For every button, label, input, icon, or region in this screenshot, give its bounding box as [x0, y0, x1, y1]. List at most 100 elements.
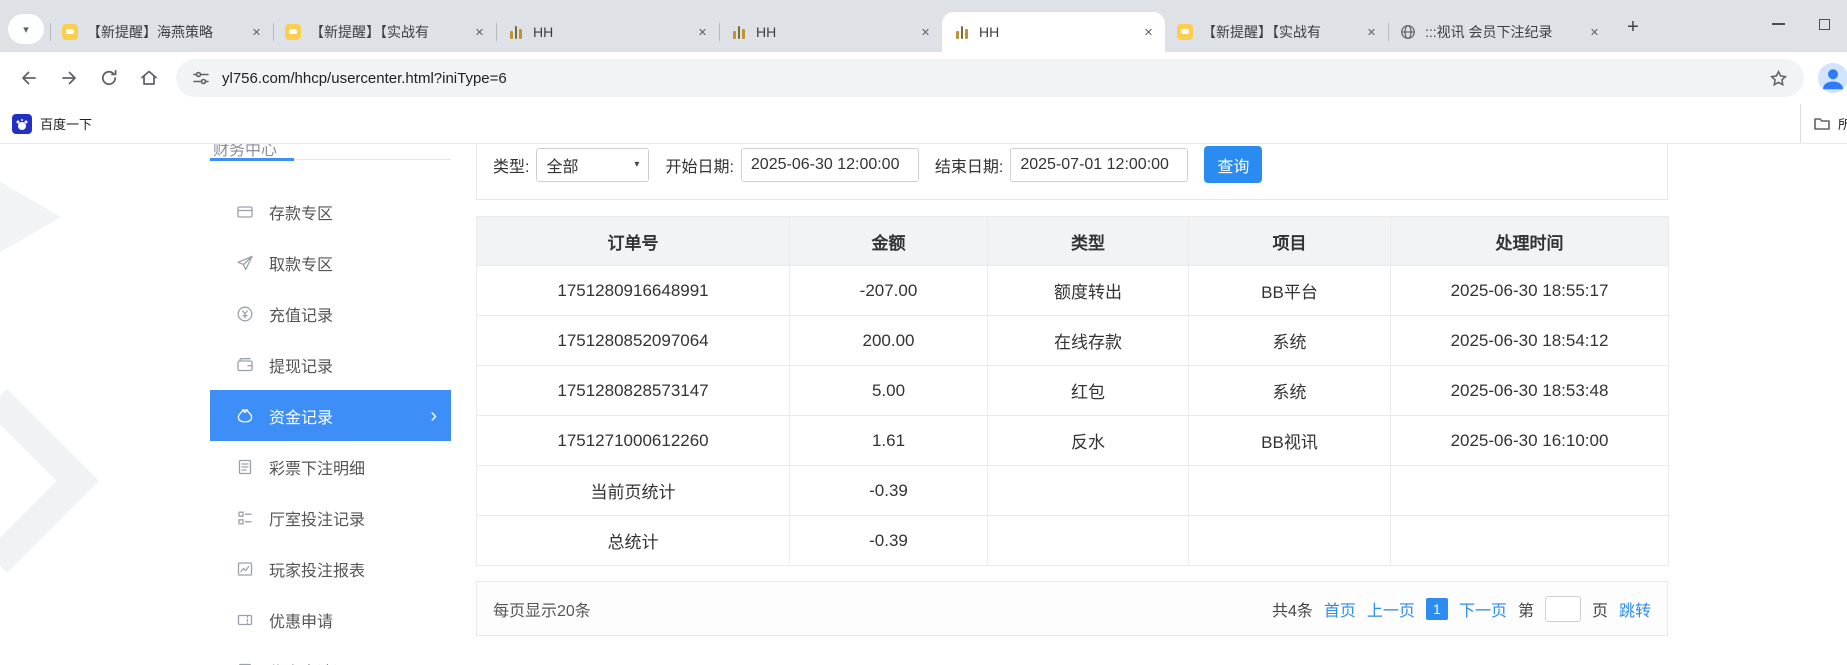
type-select[interactable]: 全部 ▾ — [536, 148, 649, 182]
sidebar-item-promo-application-records[interactable]: 优惠申请记录 — [210, 645, 451, 665]
all-bookmarks-button[interactable]: 所有书签 — [1800, 104, 1847, 143]
sidebar-item-label: 取款专区 — [269, 251, 333, 275]
sidebar-item-lottery-bet-details[interactable]: 彩票下注明细 — [210, 441, 451, 492]
new-tab-button[interactable]: + — [1619, 13, 1647, 41]
type-label: 类型: — [493, 153, 529, 177]
chevron-down-icon: ▾ — [23, 23, 29, 36]
person-icon — [1818, 63, 1847, 93]
prev-page-link[interactable]: 上一页 — [1367, 597, 1415, 621]
tab-close-icon[interactable]: ✕ — [471, 24, 488, 41]
end-date-input[interactable] — [1010, 148, 1188, 182]
bookmark-item[interactable]: 百度一下 — [12, 114, 92, 134]
table-summary-row: 当前页统计 -0.39 — [477, 466, 1669, 516]
type-cell: 反水 — [988, 416, 1189, 466]
page-content: 财务中心 存款专区 取款专区 充值记录 提现记录 — [0, 144, 1847, 665]
sidebar-item-player-bet-report[interactable]: 玩家投注报表 — [210, 543, 451, 594]
filter-panel: 类型: 全部 ▾ 开始日期: 结束日期: 查询 — [476, 144, 1668, 200]
type-cell: 额度转出 — [988, 266, 1189, 316]
sidebar-header: 财务中心 — [210, 144, 451, 160]
pagination-controls: 共4条 首页 上一页 1 下一页 第 页 跳转 — [1272, 596, 1651, 622]
minimize-button[interactable] — [1755, 0, 1801, 48]
maximize-button[interactable] — [1801, 0, 1847, 48]
tab-close-icon[interactable]: ✕ — [1363, 24, 1380, 41]
tab-close-icon[interactable]: ✕ — [1586, 24, 1603, 41]
site-settings-icon[interactable] — [192, 69, 210, 87]
empty-cell — [1391, 516, 1669, 566]
home-button[interactable] — [132, 61, 166, 95]
browser-tab[interactable]: :::视讯 会员下注纪录 ✕ — [1388, 12, 1611, 52]
sidebar-item-promo-application[interactable]: 优惠申请 — [210, 594, 451, 645]
empty-cell — [1189, 466, 1391, 516]
tab-title: 【新提醒】【实战有 — [310, 22, 471, 42]
current-page-indicator[interactable]: 1 — [1426, 598, 1448, 620]
tab-title: HH — [756, 24, 917, 40]
browser-tab[interactable]: HH ✕ — [719, 12, 942, 52]
summary-label-cell: 当前页统计 — [477, 466, 790, 516]
browser-tab-active[interactable]: HH ✕ — [942, 12, 1165, 52]
end-date-label: 结束日期: — [935, 153, 1003, 177]
url-text[interactable]: yl756.com/hhcp/usercenter.html?iniType=6 — [222, 70, 1769, 87]
profile-avatar[interactable] — [1818, 63, 1847, 93]
wallet-icon — [236, 356, 254, 374]
chat-icon — [285, 24, 301, 40]
sidebar-item-funds-records[interactable]: 资金记录 › — [210, 390, 451, 441]
empty-cell — [1189, 516, 1391, 566]
sidebar-item-label: 提现记录 — [269, 353, 333, 377]
project-cell: BB平台 — [1189, 266, 1391, 316]
back-button[interactable] — [12, 61, 46, 95]
browser-tab[interactable]: 【新提醒】【实战有 ✕ — [1165, 12, 1388, 52]
watermark-chevron — [0, 389, 99, 573]
sidebar-item-label: 存款专区 — [269, 200, 333, 224]
sidebar-item-withdraw-zone[interactable]: 取款专区 — [210, 237, 451, 288]
table-summary-row: 总统计 -0.39 — [477, 516, 1669, 566]
tab-search-button[interactable]: ▾ — [8, 14, 44, 44]
page-size-text: 每页显示20条 — [493, 597, 591, 621]
tab-close-icon[interactable]: ✕ — [248, 24, 265, 41]
navigation-bar: yl756.com/hhcp/usercenter.html?iniType=6 — [0, 52, 1847, 104]
jump-link[interactable]: 跳转 — [1619, 597, 1651, 621]
first-page-link[interactable]: 首页 — [1324, 597, 1356, 621]
jump-prefix-text: 第 — [1518, 597, 1534, 621]
sidebar-item-deposit-zone[interactable]: 存款专区 — [210, 186, 451, 237]
browser-tab[interactable]: HH ✕ — [496, 12, 719, 52]
next-page-link[interactable]: 下一页 — [1459, 597, 1507, 621]
page-jump-input[interactable] — [1545, 596, 1581, 622]
report-chart-icon — [236, 560, 254, 578]
maximize-icon — [1819, 19, 1830, 30]
tab-title: HH — [533, 24, 694, 40]
empty-cell — [1391, 466, 1669, 516]
project-cell: 系统 — [1189, 316, 1391, 366]
minimize-icon — [1772, 23, 1785, 25]
sidebar-item-label: 彩票下注明细 — [269, 455, 365, 479]
records-table: 订单号 金额 类型 项目 处理时间 1751280916648991 -207.… — [476, 216, 1669, 566]
table-row: 1751280916648991 -207.00 额度转出 BB平台 2025-… — [477, 266, 1669, 316]
start-date-input[interactable] — [741, 148, 919, 182]
tab-close-icon[interactable]: ✕ — [917, 24, 934, 41]
tab-title: 【新提醒】【实战有 — [1202, 22, 1363, 42]
sidebar-item-withdrawal-records[interactable]: 提现记录 — [210, 339, 451, 390]
sidebar-item-label: 资金记录 — [269, 404, 333, 428]
sidebar-item-label: 优惠申请 — [269, 608, 333, 632]
query-button[interactable]: 查询 — [1204, 146, 1262, 183]
table-row: 1751271000612260 1.61 反水 BB视讯 2025-06-30… — [477, 416, 1669, 466]
bookmark-star-icon[interactable] — [1769, 69, 1788, 88]
pagination-bar: 每页显示20条 共4条 首页 上一页 1 下一页 第 页 跳转 — [476, 581, 1668, 636]
chart-icon — [954, 24, 970, 40]
total-count-text: 共4条 — [1272, 597, 1313, 621]
browser-tab[interactable]: 【新提醒】海燕策略 ✕ — [50, 12, 273, 52]
sidebar-item-recharge-records[interactable]: 充值记录 — [210, 288, 451, 339]
tab-close-icon[interactable]: ✕ — [1140, 24, 1157, 41]
browser-tab[interactable]: 【新提醒】【实战有 ✕ — [273, 12, 496, 52]
sidebar-item-hall-bet-records[interactable]: 厅室投注记录 — [210, 492, 451, 543]
back-icon — [19, 68, 39, 88]
folder-icon — [1813, 115, 1831, 133]
sidebar-menu: 存款专区 取款专区 充值记录 提现记录 资金记录 › — [210, 186, 451, 665]
address-bar[interactable]: yl756.com/hhcp/usercenter.html?iniType=6 — [176, 59, 1804, 97]
tab-close-icon[interactable]: ✕ — [694, 24, 711, 41]
reload-button[interactable] — [92, 61, 126, 95]
column-header: 类型 — [988, 217, 1189, 266]
paper-plane-icon — [236, 254, 254, 272]
order-id-cell: 1751271000612260 — [477, 416, 790, 466]
forward-button[interactable] — [52, 61, 86, 95]
table-row: 1751280852097064 200.00 在线存款 系统 2025-06-… — [477, 316, 1669, 366]
